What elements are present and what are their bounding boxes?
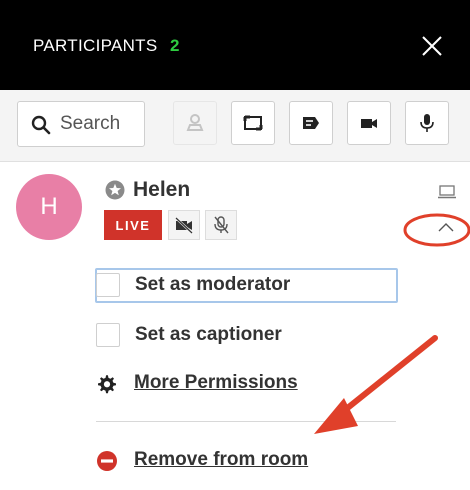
caption-button[interactable] (289, 101, 333, 145)
mic-off-icon (214, 216, 229, 234)
microphone-button[interactable] (405, 101, 449, 145)
live-badge: LIVE (104, 210, 162, 240)
participant-row: H Helen LIVE (0, 162, 470, 262)
expand-screen-button[interactable] (231, 101, 275, 145)
remove-icon (97, 451, 117, 471)
video-off-icon (175, 217, 193, 234)
seat-icon (186, 114, 204, 131)
close-icon[interactable] (418, 32, 446, 60)
caption-icon (303, 117, 319, 129)
moderator-label[interactable]: Set as moderator (135, 274, 290, 296)
annotation-arrow (314, 335, 438, 434)
more-permissions-label[interactable]: More Permissions (134, 372, 298, 394)
divider (96, 421, 396, 422)
video-off-status (168, 210, 200, 240)
expand-screen-icon (243, 115, 263, 131)
search-input[interactable] (60, 102, 142, 146)
video-camera-icon (361, 119, 377, 128)
microphone-icon (420, 114, 434, 132)
captioner-label[interactable]: Set as captioner (135, 324, 282, 346)
participant-name: Helen (133, 178, 191, 201)
video-button[interactable] (347, 101, 391, 145)
participants-header: PARTICIPANTS 2 (0, 0, 470, 90)
star-icon (105, 180, 125, 200)
search-icon (31, 115, 51, 135)
mic-off-status (205, 210, 237, 240)
seat-button[interactable] (173, 101, 217, 145)
panel-title: PARTICIPANTS (33, 36, 158, 55)
search-box[interactable] (17, 101, 145, 147)
avatar: H (16, 174, 82, 240)
gear-icon (98, 375, 116, 394)
live-badge-label: LIVE (115, 217, 151, 233)
captioner-checkbox[interactable] (96, 323, 120, 347)
remove-from-room-label[interactable]: Remove from room (134, 449, 308, 471)
chevron-up-icon[interactable] (436, 220, 456, 234)
moderator-checkbox[interactable] (96, 273, 120, 297)
participants-toolbar (0, 90, 470, 162)
avatar-initial: H (40, 193, 58, 220)
laptop-icon (438, 185, 456, 199)
participant-count: 2 (170, 36, 180, 55)
